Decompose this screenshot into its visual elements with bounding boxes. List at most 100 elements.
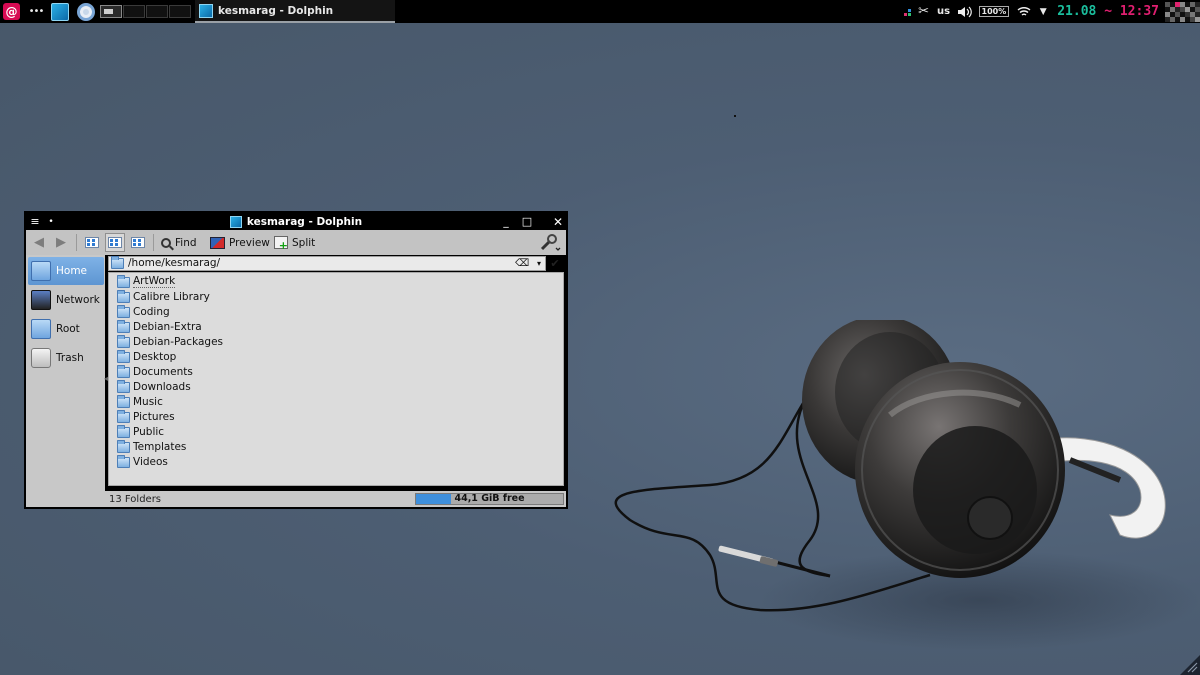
desktop-4[interactable] (169, 5, 191, 18)
places-item-home[interactable]: Home (28, 257, 104, 285)
chromium-icon (77, 2, 95, 21)
control-menu-button[interactable] (537, 233, 563, 252)
folder-item[interactable]: Documents (109, 364, 563, 379)
toolbar-separator (76, 234, 77, 251)
minimize-button[interactable]: _ (499, 213, 513, 230)
folder-item[interactable]: ArtWork (109, 274, 563, 289)
window-titlebar[interactable]: kesmarag - Dolphin ≡ • _ □ ✕ (26, 213, 566, 230)
folder-icon (117, 380, 130, 393)
folder-name: ArtWork (133, 275, 176, 288)
more-dots-icon[interactable]: ••• (29, 0, 45, 23)
headphones-wallpaper-art (614, 320, 1200, 650)
clock[interactable]: 21.08 ~ 12:37 (1057, 0, 1159, 23)
folder-icon (117, 395, 130, 408)
clear-location-icon[interactable]: ⌫ (515, 258, 529, 269)
folder-icon (117, 410, 130, 423)
find-button[interactable]: Find (159, 233, 199, 252)
battery-indicator[interactable]: 100% (975, 0, 1014, 23)
dolphin-launcher[interactable] (51, 0, 69, 23)
folder-item[interactable]: Public (109, 424, 563, 439)
places-item-network[interactable]: Network (28, 286, 104, 314)
places-item-label: Root (56, 323, 80, 335)
folder-name: Coding (133, 305, 170, 318)
scissors-icon[interactable]: ✂ (915, 0, 933, 23)
desktop-2[interactable] (123, 5, 145, 18)
home-folder-icon (31, 261, 51, 281)
confirm-location-button[interactable]: ✔ (546, 257, 564, 270)
compact-view-button[interactable] (105, 233, 125, 252)
toolbar-separator (153, 234, 154, 251)
application-menu-button[interactable]: @ (2, 0, 21, 23)
back-button[interactable]: ◀ (30, 233, 48, 252)
clock-separator: ~ (1104, 4, 1113, 19)
window-pin-button[interactable]: • (46, 213, 56, 230)
keyboard-layout[interactable]: us (933, 0, 955, 23)
folder-item[interactable]: Debian-Packages (109, 334, 563, 349)
desktop-pager (100, 0, 192, 23)
compact-view-icon (108, 237, 122, 248)
preview-button[interactable]: Preview (208, 233, 272, 252)
window-title: kesmarag - Dolphin (26, 213, 566, 230)
search-icon (161, 237, 171, 248)
wallpaper-speck (734, 115, 736, 117)
folder-icon (117, 440, 130, 453)
places-item-trash[interactable]: Trash (28, 344, 104, 372)
places-item-label: Network (56, 294, 100, 306)
icons-view-button[interactable] (82, 233, 102, 252)
folder-list: ArtWork Calibre Library Coding Debian-Extra… (109, 273, 563, 469)
split-button[interactable]: Split (272, 233, 317, 252)
clock-time: 12:37 (1119, 4, 1159, 19)
file-list-view[interactable]: ArtWork Calibre Library Coding Debian-Extra… (108, 272, 564, 486)
dolphin-icon (51, 2, 69, 21)
network-icon (31, 290, 51, 310)
folder-item[interactable]: Desktop (109, 349, 563, 364)
top-panel: @ ••• kesmarag - Dolphin ✂ us 100% ▼ 21.… (0, 0, 1200, 23)
tray-indicator-icon[interactable] (901, 0, 915, 23)
dolphin-icon (199, 3, 213, 18)
folder-name: Downloads (133, 380, 191, 393)
dolphin-window: kesmarag - Dolphin ≡ • _ □ ✕ ◀ ▶ Find Pr… (24, 211, 568, 509)
free-space-bar[interactable]: 44,1 GiB free (415, 493, 564, 505)
folder-item[interactable]: Templates (109, 439, 563, 454)
dolphin-icon (229, 215, 242, 228)
places-item-label: Trash (56, 352, 84, 364)
close-button[interactable]: ✕ (551, 213, 565, 230)
battery-level: 100% (978, 6, 1010, 17)
folder-icon (117, 320, 130, 333)
places-item-label: Home (56, 265, 88, 277)
folder-item[interactable]: Videos (109, 454, 563, 469)
places-item-root[interactable]: Root (28, 315, 104, 343)
desktop-3[interactable] (146, 5, 168, 18)
folder-item[interactable]: Debian-Extra (109, 319, 563, 334)
desktop-1[interactable] (100, 5, 122, 18)
folder-icon (117, 305, 130, 318)
details-view-button[interactable] (128, 233, 148, 252)
forward-button[interactable]: ▶ (52, 233, 70, 252)
chromium-launcher[interactable] (77, 0, 95, 23)
folder-name: Debian-Packages (133, 335, 223, 348)
folder-item[interactable]: Downloads (109, 379, 563, 394)
folder-item[interactable]: Calibre Library (109, 289, 563, 304)
volume-icon[interactable] (955, 0, 975, 23)
wifi-icon[interactable] (1013, 0, 1035, 23)
maximize-button[interactable]: □ (520, 213, 534, 230)
folder-item[interactable]: Coding (109, 304, 563, 319)
folder-item[interactable]: Pictures (109, 409, 563, 424)
window-menu-button[interactable]: ≡ (29, 213, 41, 230)
main-toolbar: ◀ ▶ Find Preview Split (26, 230, 566, 255)
preview-icon (210, 236, 225, 249)
folder-name: Documents (133, 365, 193, 378)
system-tray: ✂ us 100% ▼ 21.08 ~ 12:37 (901, 0, 1200, 23)
debian-logo-icon: @ (3, 3, 20, 20)
location-path[interactable]: /home/kesmarag/ (128, 257, 511, 269)
split-view-icon (274, 236, 288, 252)
tray-expand-arrow-icon[interactable]: ▼ (1035, 0, 1051, 23)
location-history-dropdown[interactable]: ▾ (533, 259, 545, 268)
taskbar-item-dolphin[interactable]: kesmarag - Dolphin (195, 0, 395, 23)
folder-icon (117, 425, 130, 438)
location-field[interactable]: /home/kesmarag/ ⌫ ▾ (108, 255, 546, 271)
corner-resize-grip[interactable] (1180, 655, 1200, 675)
folder-item[interactable]: Music (109, 394, 563, 409)
root-folder-icon (31, 319, 51, 339)
folder-name: Videos (133, 455, 168, 468)
